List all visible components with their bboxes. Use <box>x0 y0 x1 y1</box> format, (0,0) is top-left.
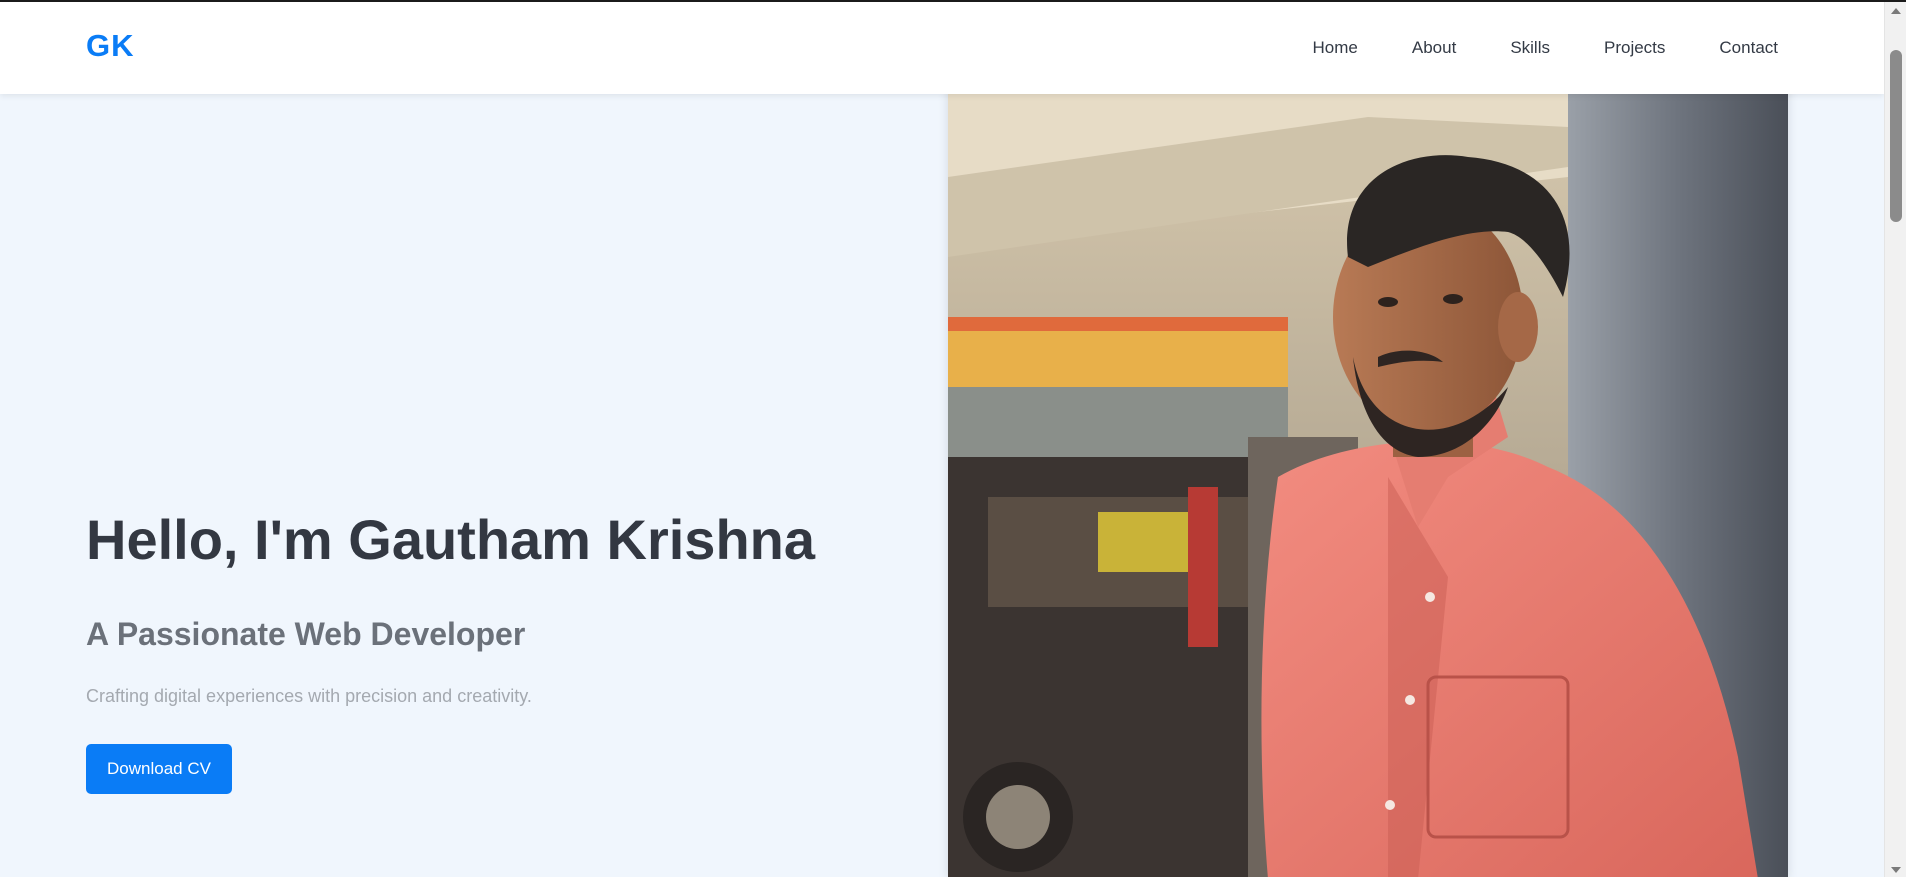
main-nav: Home About Skills Projects Contact <box>1259 38 1778 58</box>
nav-contact-link[interactable]: Contact <box>1719 38 1778 58</box>
nav-projects-link[interactable]: Projects <box>1604 38 1665 58</box>
nav-skills-link[interactable]: Skills <box>1510 38 1550 58</box>
scroll-thumb[interactable] <box>1890 50 1902 222</box>
profile-photo <box>948 57 1788 877</box>
vertical-scrollbar[interactable] <box>1884 2 1906 877</box>
hero-title: Hello, I'm Gautham Krishna <box>86 508 816 571</box>
site-header: GK Home About Skills Projects Contact <box>0 2 1884 94</box>
logo[interactable]: GK <box>86 28 135 64</box>
hero-tagline: Crafting digital experiences with precis… <box>86 686 532 706</box>
profile-photo-illustration <box>948 57 1788 877</box>
nav-home-link[interactable]: Home <box>1313 38 1358 58</box>
download-cv-button[interactable]: Download CV <box>86 744 232 794</box>
page: GK Home About Skills Projects Contact He… <box>0 0 1906 877</box>
scroll-down-icon[interactable] <box>1891 867 1901 873</box>
nav-about-link[interactable]: About <box>1412 38 1456 58</box>
hero-subtitle: A Passionate Web Developer <box>86 616 526 652</box>
scroll-up-icon[interactable] <box>1891 8 1901 14</box>
